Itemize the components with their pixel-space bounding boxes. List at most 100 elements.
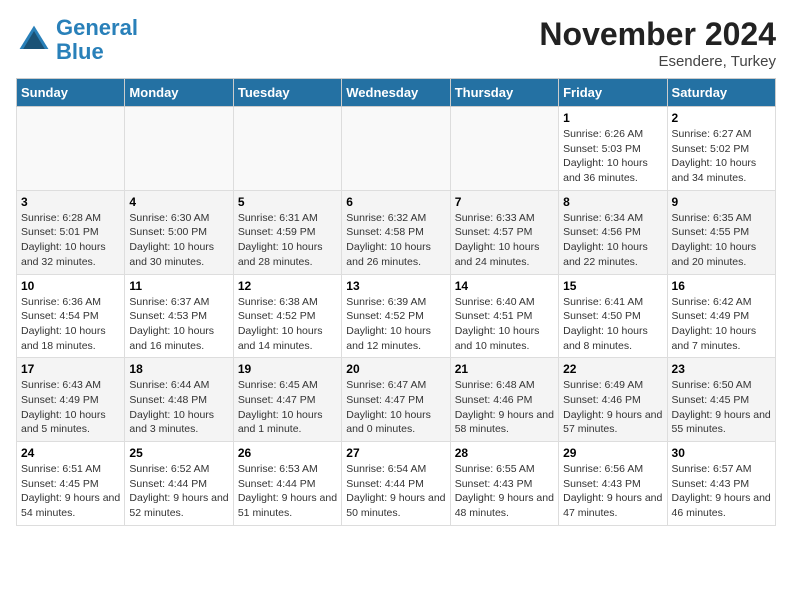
logo-icon <box>16 22 52 58</box>
day-info: Sunrise: 6:33 AMSunset: 4:57 PMDaylight:… <box>455 211 554 270</box>
day-number: 18 <box>129 362 228 376</box>
calendar-cell: 26 Sunrise: 6:53 AMSunset: 4:44 PMDayligh… <box>233 442 341 526</box>
calendar-cell: 17 Sunrise: 6:43 AMSunset: 4:49 PMDayligh… <box>17 358 125 442</box>
page-header: General Blue November 2024 Esendere, Tur… <box>16 16 776 70</box>
location: Esendere, Turkey <box>539 53 776 70</box>
calendar-header-row: SundayMondayTuesdayWednesdayThursdayFrid… <box>17 79 776 107</box>
day-info: Sunrise: 6:39 AMSunset: 4:52 PMDaylight:… <box>346 295 445 354</box>
day-info: Sunrise: 6:32 AMSunset: 4:58 PMDaylight:… <box>346 211 445 270</box>
day-number: 22 <box>563 362 662 376</box>
week-row-3: 10 Sunrise: 6:36 AMSunset: 4:54 PMDayligh… <box>17 274 776 358</box>
day-info: Sunrise: 6:27 AMSunset: 5:02 PMDaylight:… <box>672 127 771 186</box>
calendar-cell: 1 Sunrise: 6:26 AMSunset: 5:03 PMDaylight… <box>559 107 667 191</box>
calendar-cell: 19 Sunrise: 6:45 AMSunset: 4:47 PMDayligh… <box>233 358 341 442</box>
calendar-cell: 11 Sunrise: 6:37 AMSunset: 4:53 PMDayligh… <box>125 274 233 358</box>
calendar-cell: 5 Sunrise: 6:31 AMSunset: 4:59 PMDaylight… <box>233 190 341 274</box>
calendar-cell: 23 Sunrise: 6:50 AMSunset: 4:45 PMDayligh… <box>667 358 775 442</box>
calendar-cell <box>125 107 233 191</box>
day-info: Sunrise: 6:42 AMSunset: 4:49 PMDaylight:… <box>672 295 771 354</box>
day-info: Sunrise: 6:26 AMSunset: 5:03 PMDaylight:… <box>563 127 662 186</box>
calendar-cell: 2 Sunrise: 6:27 AMSunset: 5:02 PMDaylight… <box>667 107 775 191</box>
day-info: Sunrise: 6:38 AMSunset: 4:52 PMDaylight:… <box>238 295 337 354</box>
day-number: 2 <box>672 111 771 125</box>
calendar-cell: 9 Sunrise: 6:35 AMSunset: 4:55 PMDaylight… <box>667 190 775 274</box>
week-row-1: 1 Sunrise: 6:26 AMSunset: 5:03 PMDaylight… <box>17 107 776 191</box>
day-number: 7 <box>455 195 554 209</box>
column-header-monday: Monday <box>125 79 233 107</box>
logo: General Blue <box>16 16 138 64</box>
calendar-cell: 20Sunrise: 6:47 AMSunset: 4:47 PMDayligh… <box>342 358 450 442</box>
day-number: 27 <box>346 446 445 460</box>
day-number: 25 <box>129 446 228 460</box>
day-number: 1 <box>563 111 662 125</box>
month-title: November 2024 <box>539 16 776 53</box>
day-number: 17 <box>21 362 120 376</box>
day-number: 21 <box>455 362 554 376</box>
day-info: Sunrise: 6:35 AMSunset: 4:55 PMDaylight:… <box>672 211 771 270</box>
calendar-cell: 29 Sunrise: 6:56 AMSunset: 4:43 PMDayligh… <box>559 442 667 526</box>
day-info: Sunrise: 6:36 AMSunset: 4:54 PMDaylight:… <box>21 295 120 354</box>
day-info: Sunrise: 6:34 AMSunset: 4:56 PMDaylight:… <box>563 211 662 270</box>
day-info: Sunrise: 6:49 AMSunset: 4:46 PMDaylight:… <box>563 378 662 437</box>
day-number: 20 <box>346 362 445 376</box>
day-number: 11 <box>129 279 228 293</box>
calendar-cell: 15Sunrise: 6:41 AMSunset: 4:50 PMDayligh… <box>559 274 667 358</box>
calendar-table: SundayMondayTuesdayWednesdayThursdayFrid… <box>16 78 776 526</box>
calendar-cell: 14Sunrise: 6:40 AMSunset: 4:51 PMDayligh… <box>450 274 558 358</box>
week-row-2: 3Sunrise: 6:28 AMSunset: 5:01 PMDaylight… <box>17 190 776 274</box>
day-number: 8 <box>563 195 662 209</box>
calendar-cell: 7 Sunrise: 6:33 AMSunset: 4:57 PMDaylight… <box>450 190 558 274</box>
column-header-sunday: Sunday <box>17 79 125 107</box>
day-info: Sunrise: 6:45 AMSunset: 4:47 PMDaylight:… <box>238 378 337 437</box>
calendar-cell: 27 Sunrise: 6:54 AMSunset: 4:44 PMDayligh… <box>342 442 450 526</box>
calendar-cell <box>450 107 558 191</box>
day-number: 24 <box>21 446 120 460</box>
day-number: 5 <box>238 195 337 209</box>
day-number: 13 <box>346 279 445 293</box>
day-info: Sunrise: 6:54 AMSunset: 4:44 PMDaylight:… <box>346 462 445 521</box>
day-info: Sunrise: 6:56 AMSunset: 4:43 PMDaylight:… <box>563 462 662 521</box>
day-number: 9 <box>672 195 771 209</box>
day-number: 30 <box>672 446 771 460</box>
calendar-cell: 18Sunrise: 6:44 AMSunset: 4:48 PMDayligh… <box>125 358 233 442</box>
column-header-thursday: Thursday <box>450 79 558 107</box>
calendar-cell <box>17 107 125 191</box>
day-number: 29 <box>563 446 662 460</box>
calendar-cell <box>342 107 450 191</box>
calendar-cell: 16Sunrise: 6:42 AMSunset: 4:49 PMDayligh… <box>667 274 775 358</box>
calendar-cell: 30Sunrise: 6:57 AMSunset: 4:43 PMDayligh… <box>667 442 775 526</box>
column-header-wednesday: Wednesday <box>342 79 450 107</box>
week-row-4: 17 Sunrise: 6:43 AMSunset: 4:49 PMDayligh… <box>17 358 776 442</box>
day-number: 26 <box>238 446 337 460</box>
day-number: 10 <box>21 279 120 293</box>
day-info: Sunrise: 6:48 AMSunset: 4:46 PMDaylight:… <box>455 378 554 437</box>
title-block: November 2024 Esendere, Turkey <box>539 16 776 70</box>
calendar-cell: 10 Sunrise: 6:36 AMSunset: 4:54 PMDayligh… <box>17 274 125 358</box>
calendar-cell: 21 Sunrise: 6:48 AMSunset: 4:46 PMDayligh… <box>450 358 558 442</box>
day-info: Sunrise: 6:37 AMSunset: 4:53 PMDaylight:… <box>129 295 228 354</box>
day-info: Sunrise: 6:50 AMSunset: 4:45 PMDaylight:… <box>672 378 771 437</box>
day-info: Sunrise: 6:55 AMSunset: 4:43 PMDaylight:… <box>455 462 554 521</box>
day-info: Sunrise: 6:51 AMSunset: 4:45 PMDaylight:… <box>21 462 120 521</box>
day-number: 14 <box>455 279 554 293</box>
day-number: 23 <box>672 362 771 376</box>
day-info: Sunrise: 6:30 AMSunset: 5:00 PMDaylight:… <box>129 211 228 270</box>
day-number: 19 <box>238 362 337 376</box>
day-number: 6 <box>346 195 445 209</box>
calendar-cell: 22 Sunrise: 6:49 AMSunset: 4:46 PMDayligh… <box>559 358 667 442</box>
calendar-cell: 25Sunrise: 6:52 AMSunset: 4:44 PMDayligh… <box>125 442 233 526</box>
calendar-cell: 3Sunrise: 6:28 AMSunset: 5:01 PMDaylight… <box>17 190 125 274</box>
day-number: 3 <box>21 195 120 209</box>
day-info: Sunrise: 6:41 AMSunset: 4:50 PMDaylight:… <box>563 295 662 354</box>
day-number: 4 <box>129 195 228 209</box>
calendar-cell: 4 Sunrise: 6:30 AMSunset: 5:00 PMDaylight… <box>125 190 233 274</box>
calendar-cell: 6 Sunrise: 6:32 AMSunset: 4:58 PMDaylight… <box>342 190 450 274</box>
column-header-saturday: Saturday <box>667 79 775 107</box>
day-number: 28 <box>455 446 554 460</box>
day-info: Sunrise: 6:53 AMSunset: 4:44 PMDaylight:… <box>238 462 337 521</box>
week-row-5: 24 Sunrise: 6:51 AMSunset: 4:45 PMDayligh… <box>17 442 776 526</box>
day-info: Sunrise: 6:43 AMSunset: 4:49 PMDaylight:… <box>21 378 120 437</box>
column-header-friday: Friday <box>559 79 667 107</box>
calendar-cell: 24 Sunrise: 6:51 AMSunset: 4:45 PMDayligh… <box>17 442 125 526</box>
day-info: Sunrise: 6:31 AMSunset: 4:59 PMDaylight:… <box>238 211 337 270</box>
